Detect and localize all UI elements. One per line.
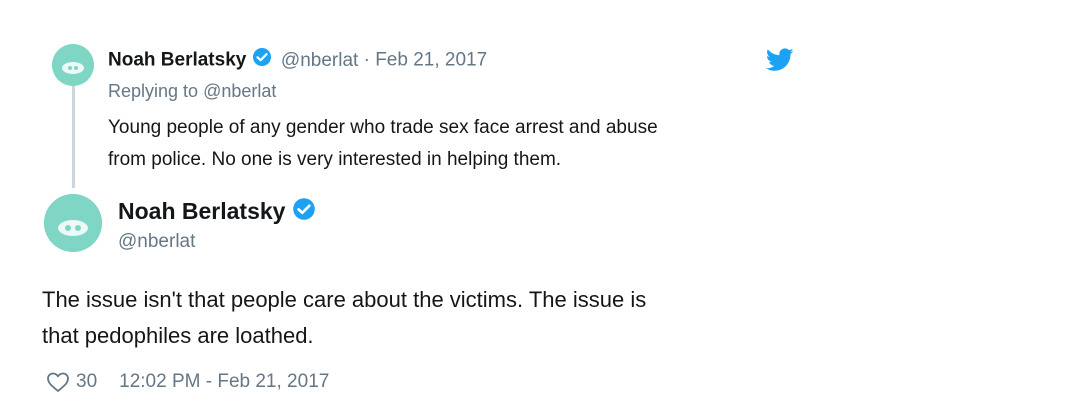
display-name[interactable]: Noah Berlatsky bbox=[108, 50, 246, 71]
main-tweet: Noah Berlatsky @nberlat The issue isn't … bbox=[0, 190, 1080, 410]
handle[interactable]: @nberlat bbox=[118, 230, 195, 254]
avatar[interactable] bbox=[44, 194, 102, 252]
twitter-bird-icon[interactable] bbox=[765, 48, 794, 77]
verified-badge-icon bbox=[252, 47, 272, 74]
handle[interactable]: @nberlat bbox=[281, 50, 358, 71]
reply-text-line-1: Young people of any gender who trade sex… bbox=[108, 117, 658, 138]
reply-tweet: Noah Berlatsky @nberlat · Feb 21, 2017 R… bbox=[0, 0, 1080, 200]
main-text-line-1: The issue isn't that people care about t… bbox=[42, 287, 647, 312]
replying-to-label: Replying to bbox=[108, 81, 199, 101]
like-count[interactable]: 30 bbox=[76, 370, 97, 394]
reply-tweet-text: Young people of any gender who trade sex… bbox=[108, 112, 658, 176]
separator: · bbox=[363, 49, 370, 71]
main-tweet-text: The issue isn't that people care about t… bbox=[42, 282, 646, 354]
replying-to-handle[interactable]: @nberlat bbox=[203, 81, 276, 101]
main-text-line-2: that pedophiles are loathed. bbox=[42, 323, 314, 348]
reply-text-line-2: from police. No one is very interested i… bbox=[108, 149, 562, 170]
tweet-timestamp[interactable]: 12:02 PM - Feb 21, 2017 bbox=[119, 370, 329, 394]
skull-avatar-icon bbox=[44, 194, 102, 252]
tweet-footer: 30 12:02 PM - Feb 21, 2017 bbox=[46, 370, 329, 394]
skull-avatar-icon bbox=[52, 44, 94, 86]
verified-badge-icon bbox=[292, 197, 316, 228]
avatar[interactable] bbox=[52, 44, 94, 86]
tweet-date[interactable]: Feb 21, 2017 bbox=[375, 50, 487, 71]
heart-icon[interactable] bbox=[46, 371, 70, 393]
display-name[interactable]: Noah Berlatsky bbox=[118, 198, 285, 224]
